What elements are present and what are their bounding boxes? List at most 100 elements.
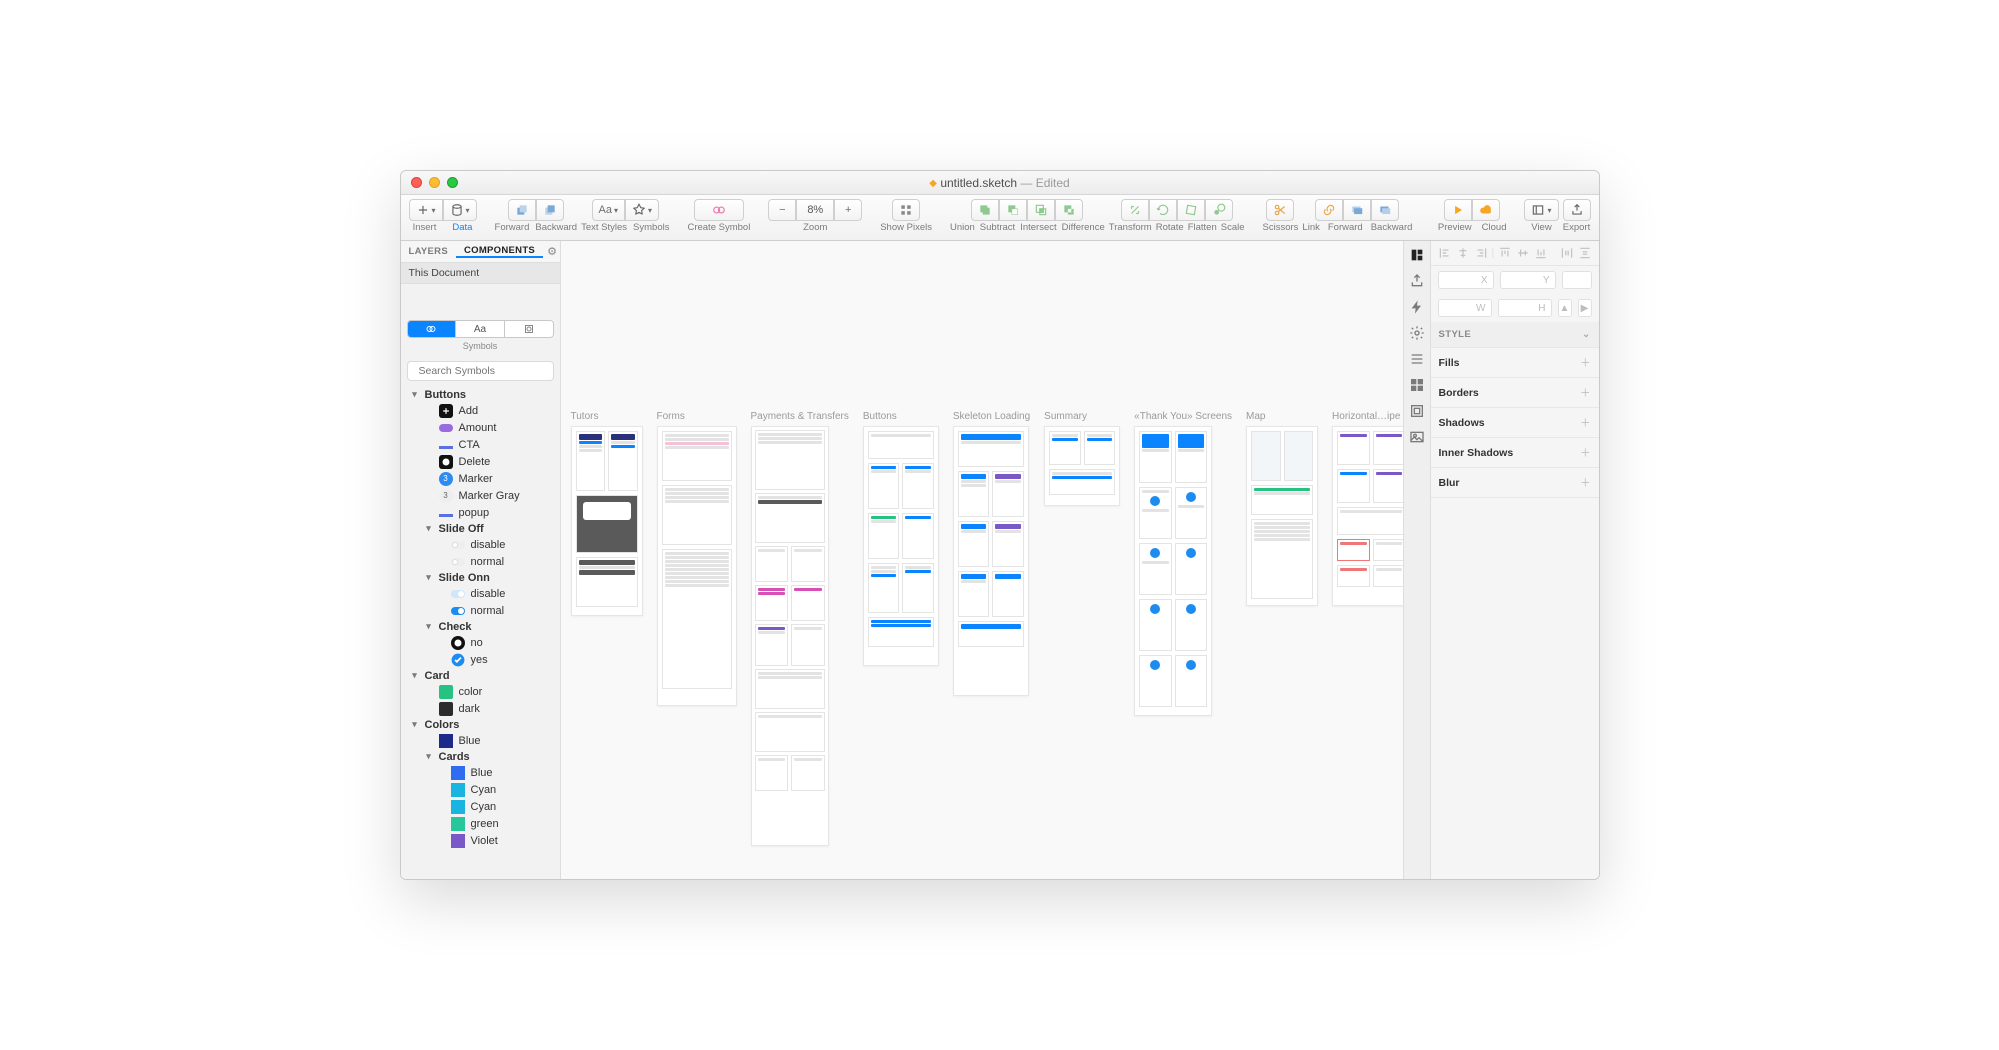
item-cta[interactable]: CTA <box>401 436 560 453</box>
item-slideoff-normal[interactable]: normal <box>401 553 560 570</box>
add-blur-icon[interactable]: ＋ <box>1580 475 1591 490</box>
item-marker-gray[interactable]: 3Marker Gray <box>401 487 560 504</box>
insert-button[interactable]: ▾ <box>409 199 443 221</box>
shadows-section[interactable]: Shadows＋ <box>1431 408 1599 438</box>
rail-image-icon[interactable] <box>1409 429 1425 445</box>
transform-button[interactable] <box>1121 199 1149 221</box>
data-button[interactable]: ▾ <box>443 199 477 221</box>
align-top-icon[interactable] <box>1498 246 1512 260</box>
artboard-summary[interactable]: Summary <box>1044 411 1120 506</box>
rail-prototype-icon[interactable] <box>1409 299 1425 315</box>
group-card[interactable]: ▾Card <box>401 668 560 683</box>
w-field[interactable]: W <box>1438 299 1492 317</box>
item-marker[interactable]: 3Marker <box>401 470 560 487</box>
h-field[interactable]: H <box>1498 299 1552 317</box>
item-cards-cyan2[interactable]: Cyan <box>401 798 560 815</box>
flip-h-icon[interactable]: ▲ <box>1558 299 1572 317</box>
group-slide-off[interactable]: ▾Slide Off <box>401 521 560 536</box>
subtract-button[interactable] <box>999 199 1027 221</box>
group-colors[interactable]: ▾Colors <box>401 717 560 732</box>
cloud-button[interactable] <box>1472 199 1500 221</box>
tab-components[interactable]: COMPONENTS <box>456 245 543 258</box>
y-field[interactable]: Y <box>1500 271 1556 289</box>
align-left-icon[interactable] <box>1438 246 1452 260</box>
align-bottom-icon[interactable] <box>1534 246 1548 260</box>
add-fill-icon[interactable]: ＋ <box>1580 355 1591 370</box>
textstyles-button[interactable]: Aa ▾ <box>592 199 625 221</box>
item-cards-green[interactable]: green <box>401 815 560 832</box>
item-cards-cyan[interactable]: Cyan <box>401 781 560 798</box>
export-button[interactable] <box>1563 199 1591 221</box>
flip-v-icon[interactable]: ▶ <box>1578 299 1592 317</box>
show-pixels-button[interactable] <box>892 199 920 221</box>
item-check-yes[interactable]: yes <box>401 651 560 668</box>
scissors-button[interactable] <box>1266 199 1294 221</box>
item-card-color[interactable]: color <box>401 683 560 700</box>
artboard-tutors[interactable]: Tutors <box>571 411 643 616</box>
flatten-button[interactable] <box>1177 199 1205 221</box>
artboard-forms[interactable]: Forms <box>657 411 737 706</box>
document-scope[interactable]: This Document <box>401 263 560 284</box>
item-slideonn-disable[interactable]: disable <box>401 585 560 602</box>
artboard-buttons[interactable]: Buttons <box>863 411 939 666</box>
preview-button[interactable] <box>1444 199 1472 221</box>
search-input[interactable] <box>419 365 554 377</box>
artboard-map[interactable]: Map <box>1246 411 1318 606</box>
gear-icon[interactable]: ⚙︎ <box>543 245 561 258</box>
create-symbol-button[interactable] <box>694 199 744 221</box>
forward-button[interactable] <box>508 199 536 221</box>
difference-button[interactable] <box>1055 199 1083 221</box>
rail-export-icon[interactable] <box>1409 273 1425 289</box>
group-check[interactable]: ▾Check <box>401 619 560 634</box>
intersect-button[interactable] <box>1027 199 1055 221</box>
scale-button[interactable] <box>1205 199 1233 221</box>
rail-grid-icon[interactable] <box>1409 377 1425 393</box>
link-backward-button[interactable] <box>1371 199 1399 221</box>
item-delete[interactable]: Delete <box>401 453 560 470</box>
rail-list-icon[interactable] <box>1409 351 1425 367</box>
artboard-skeleton[interactable]: Skeleton Loading <box>953 411 1030 696</box>
tab-layers[interactable]: LAYERS <box>401 246 456 257</box>
group-cards[interactable]: ▾Cards <box>401 749 560 764</box>
item-cards-blue[interactable]: Blue <box>401 764 560 781</box>
group-buttons[interactable]: ▾Buttons <box>401 387 560 402</box>
backward-button[interactable] <box>536 199 564 221</box>
inner-shadows-section[interactable]: Inner Shadows＋ <box>1431 438 1599 468</box>
item-cards-violet[interactable]: Violet <box>401 832 560 849</box>
align-vcenter-icon[interactable] <box>1516 246 1530 260</box>
artboard-horizontal[interactable]: Horizontal…ipe Buttons <box>1332 411 1402 606</box>
artboard-payments[interactable]: Payments & Transfers <box>751 411 849 846</box>
view-button[interactable]: ▾ <box>1524 199 1558 221</box>
add-border-icon[interactable]: ＋ <box>1580 385 1591 400</box>
canvas[interactable]: Tutors Forms <box>561 241 1403 879</box>
add-shadow-icon[interactable]: ＋ <box>1580 415 1591 430</box>
item-card-dark[interactable]: dark <box>401 700 560 717</box>
union-button[interactable] <box>971 199 999 221</box>
zoom-out-button[interactable]: − <box>768 199 796 221</box>
segment-layerstyles[interactable] <box>504 321 553 337</box>
item-popup[interactable]: popup <box>401 504 560 521</box>
align-right-icon[interactable] <box>1474 246 1488 260</box>
artboard-thankyou[interactable]: «Thank You» Screens <box>1134 411 1232 716</box>
rail-settings-icon[interactable] <box>1409 325 1425 341</box>
add-inner-shadow-icon[interactable]: ＋ <box>1580 445 1591 460</box>
align-hcenter-icon[interactable] <box>1456 246 1470 260</box>
distribute-h-icon[interactable] <box>1560 246 1574 260</box>
symbols-button[interactable]: ▾ <box>625 199 659 221</box>
x-field[interactable]: X <box>1438 271 1494 289</box>
item-colors-blue[interactable]: Blue <box>401 732 560 749</box>
distribute-v-icon[interactable] <box>1578 246 1592 260</box>
rail-frame-icon[interactable] <box>1409 403 1425 419</box>
search-symbols[interactable] <box>407 361 554 381</box>
zoom-in-button[interactable]: + <box>834 199 862 221</box>
segment-textstyles[interactable]: Aa <box>455 321 504 337</box>
style-header[interactable]: STYLE⌄ <box>1431 322 1599 348</box>
link-forward-button[interactable] <box>1343 199 1371 221</box>
segment-symbols[interactable] <box>408 321 456 337</box>
group-slide-onn[interactable]: ▾Slide Onn <box>401 570 560 585</box>
angle-field[interactable] <box>1562 271 1592 289</box>
rail-design-icon[interactable] <box>1409 247 1425 263</box>
blur-section[interactable]: Blur＋ <box>1431 468 1599 498</box>
link-button[interactable] <box>1315 199 1343 221</box>
borders-section[interactable]: Borders＋ <box>1431 378 1599 408</box>
